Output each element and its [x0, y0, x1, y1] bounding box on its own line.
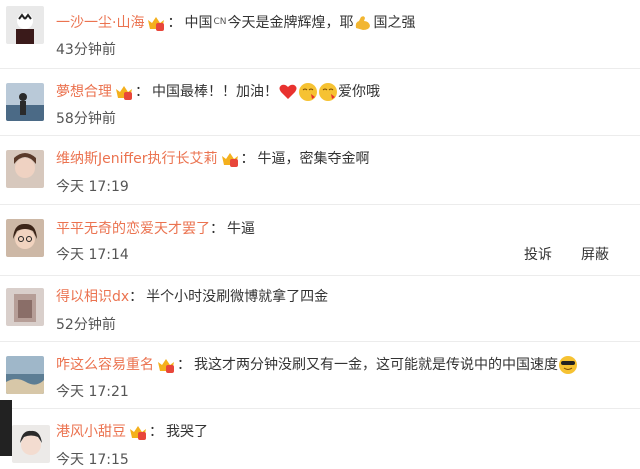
comment-item: 得以相识dx ： 半个小时没刷微博就拿了四金 52分钟前: [0, 276, 640, 341]
comment-time: 今天 17:14: [56, 247, 129, 263]
vip-crown-icon: [147, 15, 165, 31]
comment-item: 夢想合理 ： 中国最棒！！加油！ 爱你哦 58分钟前: [0, 69, 640, 135]
comment-text: 爱你哦: [338, 84, 380, 100]
comment-item: 一沙一尘·山海 ： 中国 CN 今天是金牌辉煌，耶 国之强 43分钟前: [0, 0, 640, 68]
comment-text: 牛逼: [227, 221, 255, 237]
user-name[interactable]: 港风小甜豆: [56, 423, 126, 441]
comment-text: 半个小时没刷微博就拿了四金: [146, 289, 329, 305]
comment-text: 牛逼，密集夺金啊: [257, 151, 370, 167]
comment-time: 52分钟前: [56, 317, 116, 333]
avatar[interactable]: [6, 150, 44, 188]
country-tag: CN: [213, 17, 227, 27]
kiss-face-emoji-icon: [318, 82, 338, 102]
vip-crown-icon: [157, 357, 175, 373]
kiss-face-emoji-icon: [298, 82, 318, 102]
avatar[interactable]: [6, 6, 44, 44]
comment-item: 维纳斯Jeniffer执行长艾莉 ： 牛逼，密集夺金啊 今天 17:19: [0, 136, 640, 204]
comment-item: 平平无奇的恋爱天才罢了 ： 牛逼 今天 17:14 投诉 屏蔽: [0, 205, 640, 275]
vip-crown-icon: [115, 84, 133, 100]
comment-time: 今天 17:19: [56, 179, 129, 195]
user-name[interactable]: 一沙一尘·山海: [56, 14, 144, 32]
avatar[interactable]: [6, 83, 44, 121]
comment-time: 今天 17:15: [56, 452, 129, 468]
vip-crown-icon: [129, 424, 147, 440]
sunglasses-face-emoji-icon: [558, 355, 578, 375]
comment-time: 今天 17:21: [56, 384, 129, 400]
comment-text: 中国: [184, 15, 213, 31]
red-heart-emoji-icon: [278, 82, 298, 102]
avatar[interactable]: [12, 425, 50, 463]
comment-time: 43分钟前: [56, 42, 116, 58]
comment-feed: 一沙一尘·山海 ： 中国 CN 今天是金牌辉煌，耶 国之强 43分钟前 夢想合理…: [0, 0, 640, 468]
strong-arm-emoji-icon: [353, 13, 373, 33]
avatar[interactable]: [6, 288, 44, 326]
vip-crown-icon: [221, 151, 239, 167]
avatar[interactable]: [6, 219, 44, 257]
comment-text: 今天是金牌辉煌，耶: [227, 15, 354, 31]
comment-time: 58分钟前: [56, 111, 116, 127]
comment-text: 国之强: [373, 15, 416, 31]
user-name[interactable]: 得以相识dx: [56, 288, 129, 306]
comment-text: 中国最棒！！加油！: [152, 84, 278, 100]
user-name[interactable]: 咋这么容易重名: [56, 356, 154, 374]
report-link[interactable]: 投诉: [524, 246, 552, 264]
comment-text: 我哭了: [166, 424, 208, 440]
comment-item: 港风小甜豆 ： 我哭了 今天 17:15: [0, 409, 640, 468]
user-name[interactable]: 平平无奇的恋爱天才罢了: [56, 220, 210, 238]
avatar[interactable]: [6, 356, 44, 394]
user-name[interactable]: 维纳斯Jeniffer执行长艾莉: [56, 150, 218, 168]
block-link[interactable]: 屏蔽: [581, 246, 609, 264]
left-scrollbar[interactable]: [0, 400, 12, 456]
comment-item: 咋这么容易重名 ： 我这才两分钟没刷又有一金，这可能就是传说中的中国速度 今天 …: [0, 342, 640, 408]
user-name[interactable]: 夢想合理: [56, 83, 112, 101]
comment-text: 我这才两分钟没刷又有一金，这可能就是传说中的中国速度: [194, 357, 558, 373]
